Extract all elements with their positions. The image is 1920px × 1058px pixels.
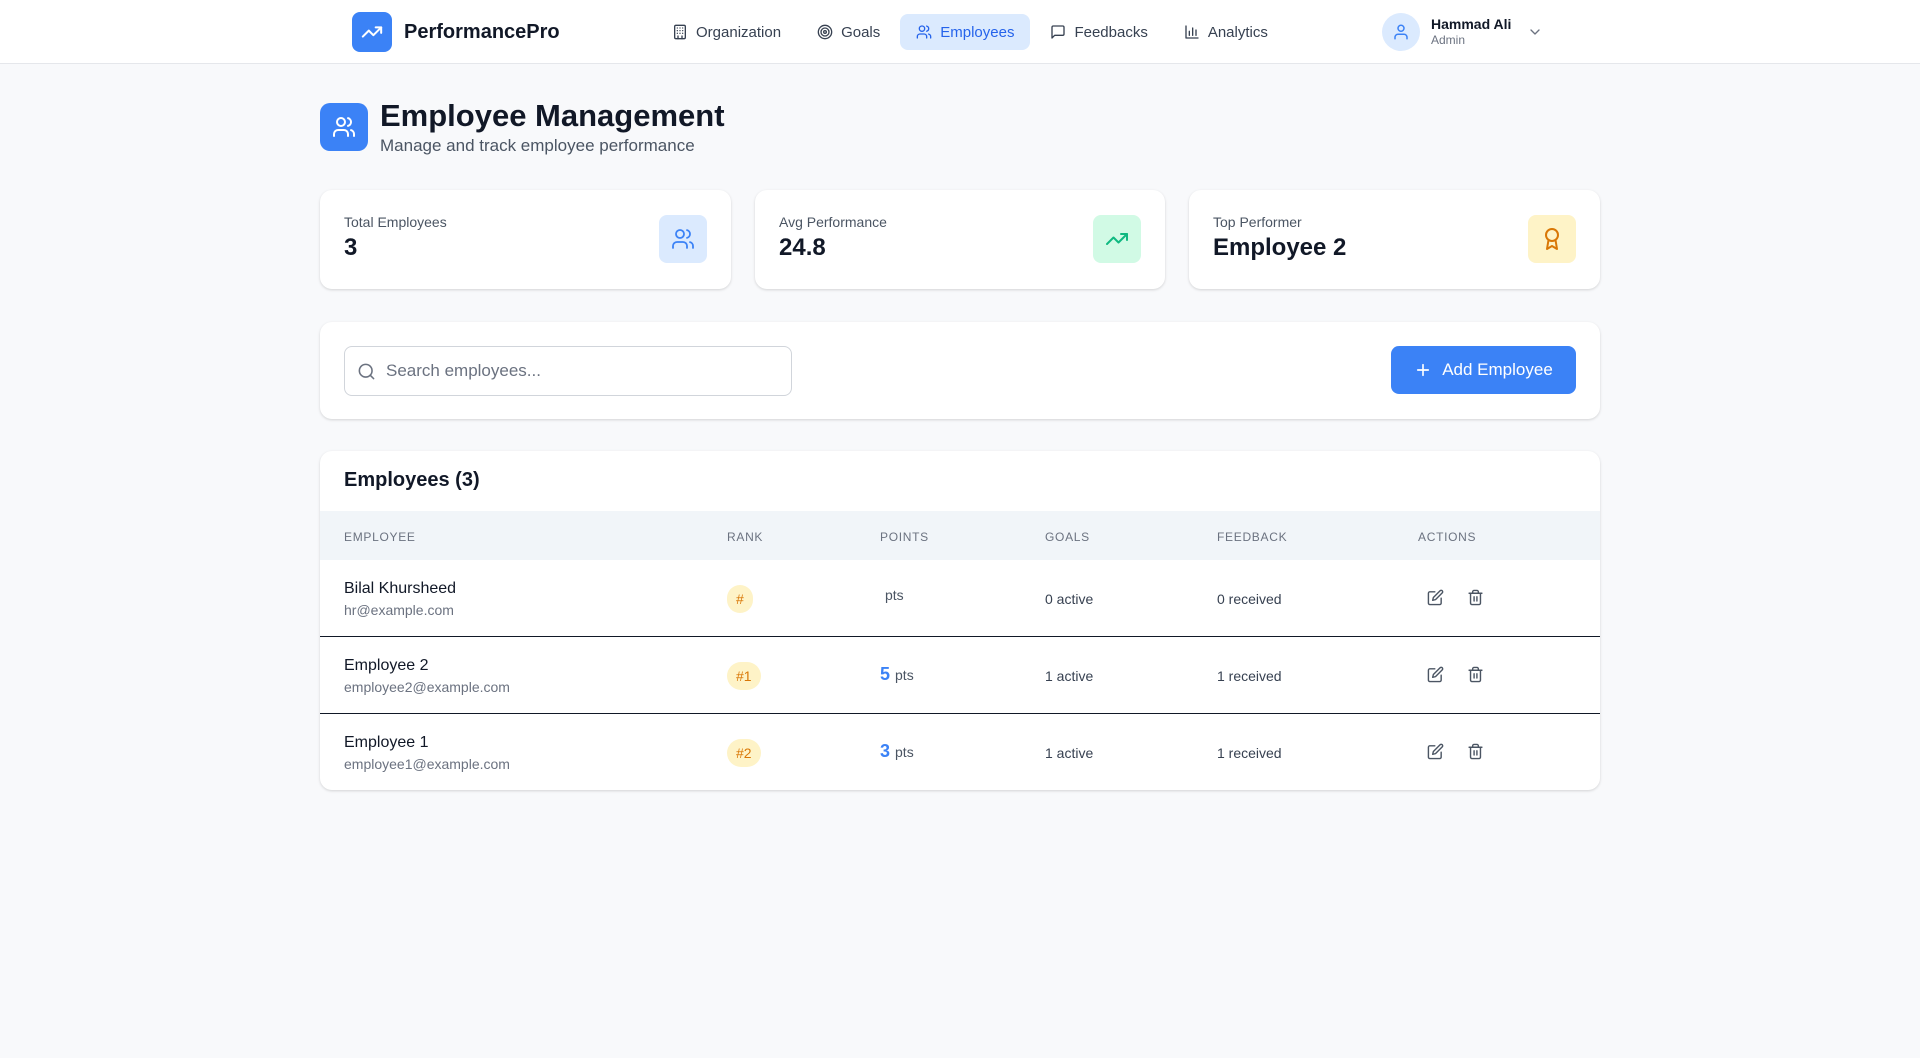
- search-input[interactable]: [386, 361, 766, 381]
- goals-count: 1 active: [1045, 745, 1094, 761]
- trash-icon[interactable]: [1467, 589, 1484, 606]
- nav-item-label: Analytics: [1207, 23, 1268, 41]
- top-navbar: PerformancePro Organization Goals Employ…: [0, 0, 1920, 64]
- page-title: Employee Management: [380, 98, 725, 133]
- points-value: 5: [880, 664, 891, 684]
- user-menu[interactable]: Hammad Ali Admin: [1382, 13, 1543, 51]
- trash-icon[interactable]: [1467, 743, 1484, 760]
- users-icon: [916, 24, 940, 40]
- column-header-actions: ACTIONS: [1418, 530, 1477, 544]
- nav-item-label: Employees: [940, 23, 1015, 41]
- nav-item-employees[interactable]: Employees: [900, 14, 1031, 50]
- employee-email: employee2@example.com: [344, 679, 510, 695]
- search-box[interactable]: [344, 346, 792, 396]
- goals-count: 0 active: [1045, 591, 1094, 607]
- nav-item-analytics[interactable]: Analytics: [1168, 14, 1284, 50]
- stat-card-total-employees: Total Employees 3: [320, 190, 731, 289]
- table-row: Employee 1 employee1@example.com #2 3 pt…: [320, 714, 1600, 790]
- points-unit: pts: [885, 587, 904, 603]
- points: 3 pts: [880, 741, 914, 762]
- column-header-feedback: FEEDBACK: [1217, 530, 1288, 544]
- app-name: PerformancePro: [404, 20, 560, 43]
- message-icon: [1050, 24, 1074, 40]
- add-employee-button[interactable]: Add Employee: [1391, 346, 1576, 394]
- rank-badge: #2: [727, 739, 761, 767]
- chevron-down-icon[interactable]: [1527, 24, 1543, 40]
- nav-item-organization[interactable]: Organization: [656, 14, 797, 50]
- trending-up-icon: [352, 12, 392, 52]
- table-row: Bilal Khursheed hr@example.com # pts 0 a…: [320, 560, 1600, 637]
- stat-value: 24.8: [779, 234, 826, 261]
- employee-name: Bilal Khursheed: [344, 580, 457, 597]
- column-header-rank: RANK: [727, 530, 764, 544]
- user-role: Admin: [1431, 33, 1466, 47]
- bar-chart-icon: [1184, 24, 1208, 40]
- table-row: Employee 2 employee2@example.com #1 5 pt…: [320, 637, 1600, 714]
- rank-badge: #1: [727, 662, 761, 690]
- stat-label: Top Performer: [1213, 214, 1302, 230]
- nav-item-label: Organization: [696, 23, 782, 41]
- avatar: [1382, 13, 1420, 51]
- stat-label: Avg Performance: [779, 214, 887, 230]
- add-employee-label: Add Employee: [1442, 360, 1553, 379]
- feedback-count: 1 received: [1217, 668, 1282, 684]
- stat-card-avg-performance: Avg Performance 24.8: [755, 190, 1165, 289]
- table-header: EMPLOYEE RANK POINTS GOALS FEEDBACK ACTI…: [320, 511, 1600, 560]
- search-panel: Add Employee: [320, 322, 1600, 419]
- search-icon: [345, 362, 376, 381]
- stat-card-top-performer: Top Performer Employee 2: [1189, 190, 1600, 289]
- stat-value: Employee 2: [1213, 234, 1347, 261]
- nav-item-label: Goals: [841, 23, 881, 41]
- nav-item-goals[interactable]: Goals: [801, 14, 896, 50]
- column-header-goals: GOALS: [1045, 530, 1090, 544]
- stat-value: 3: [344, 234, 358, 261]
- employee-email: employee1@example.com: [344, 756, 510, 772]
- page-header: Employee Management Manage and track emp…: [320, 97, 725, 157]
- feedback-count: 1 received: [1217, 745, 1282, 761]
- points-value: 3: [880, 741, 891, 761]
- points-unit: pts: [895, 667, 914, 683]
- edit-icon[interactable]: [1427, 743, 1444, 760]
- points: 5 pts: [880, 664, 914, 685]
- employee-email: hr@example.com: [344, 602, 454, 618]
- plus-icon: [1414, 361, 1442, 379]
- brand[interactable]: PerformancePro: [352, 12, 560, 52]
- employees-table: Employees (3) EMPLOYEE RANK POINTS GOALS…: [320, 451, 1600, 790]
- employee-name: Employee 1: [344, 734, 429, 751]
- target-icon: [817, 24, 841, 40]
- main-nav: Organization Goals Employees Feedbacks A…: [656, 14, 1288, 50]
- column-header-points: POINTS: [880, 530, 929, 544]
- page-subtitle: Manage and track employee performance: [380, 136, 695, 155]
- table-title: Employees (3): [344, 469, 480, 491]
- edit-icon[interactable]: [1427, 666, 1444, 683]
- award-icon: [1528, 215, 1576, 263]
- stat-label: Total Employees: [344, 214, 447, 230]
- employee-name: Employee 2: [344, 657, 429, 674]
- feedback-count: 0 received: [1217, 591, 1282, 607]
- points-unit: pts: [895, 744, 914, 760]
- trending-up-icon: [1093, 215, 1141, 263]
- building-icon: [672, 24, 696, 40]
- goals-count: 1 active: [1045, 668, 1094, 684]
- nav-item-label: Feedbacks: [1074, 23, 1148, 41]
- users-icon: [320, 103, 368, 151]
- points: pts: [880, 587, 904, 603]
- users-icon: [659, 215, 707, 263]
- user-icon: [1392, 23, 1410, 41]
- column-header-employee: EMPLOYEE: [344, 530, 416, 544]
- edit-icon[interactable]: [1427, 589, 1444, 606]
- trash-icon[interactable]: [1467, 666, 1484, 683]
- nav-item-feedbacks[interactable]: Feedbacks: [1034, 14, 1163, 50]
- user-name: Hammad Ali: [1431, 16, 1512, 32]
- rank-badge: #: [727, 585, 753, 613]
